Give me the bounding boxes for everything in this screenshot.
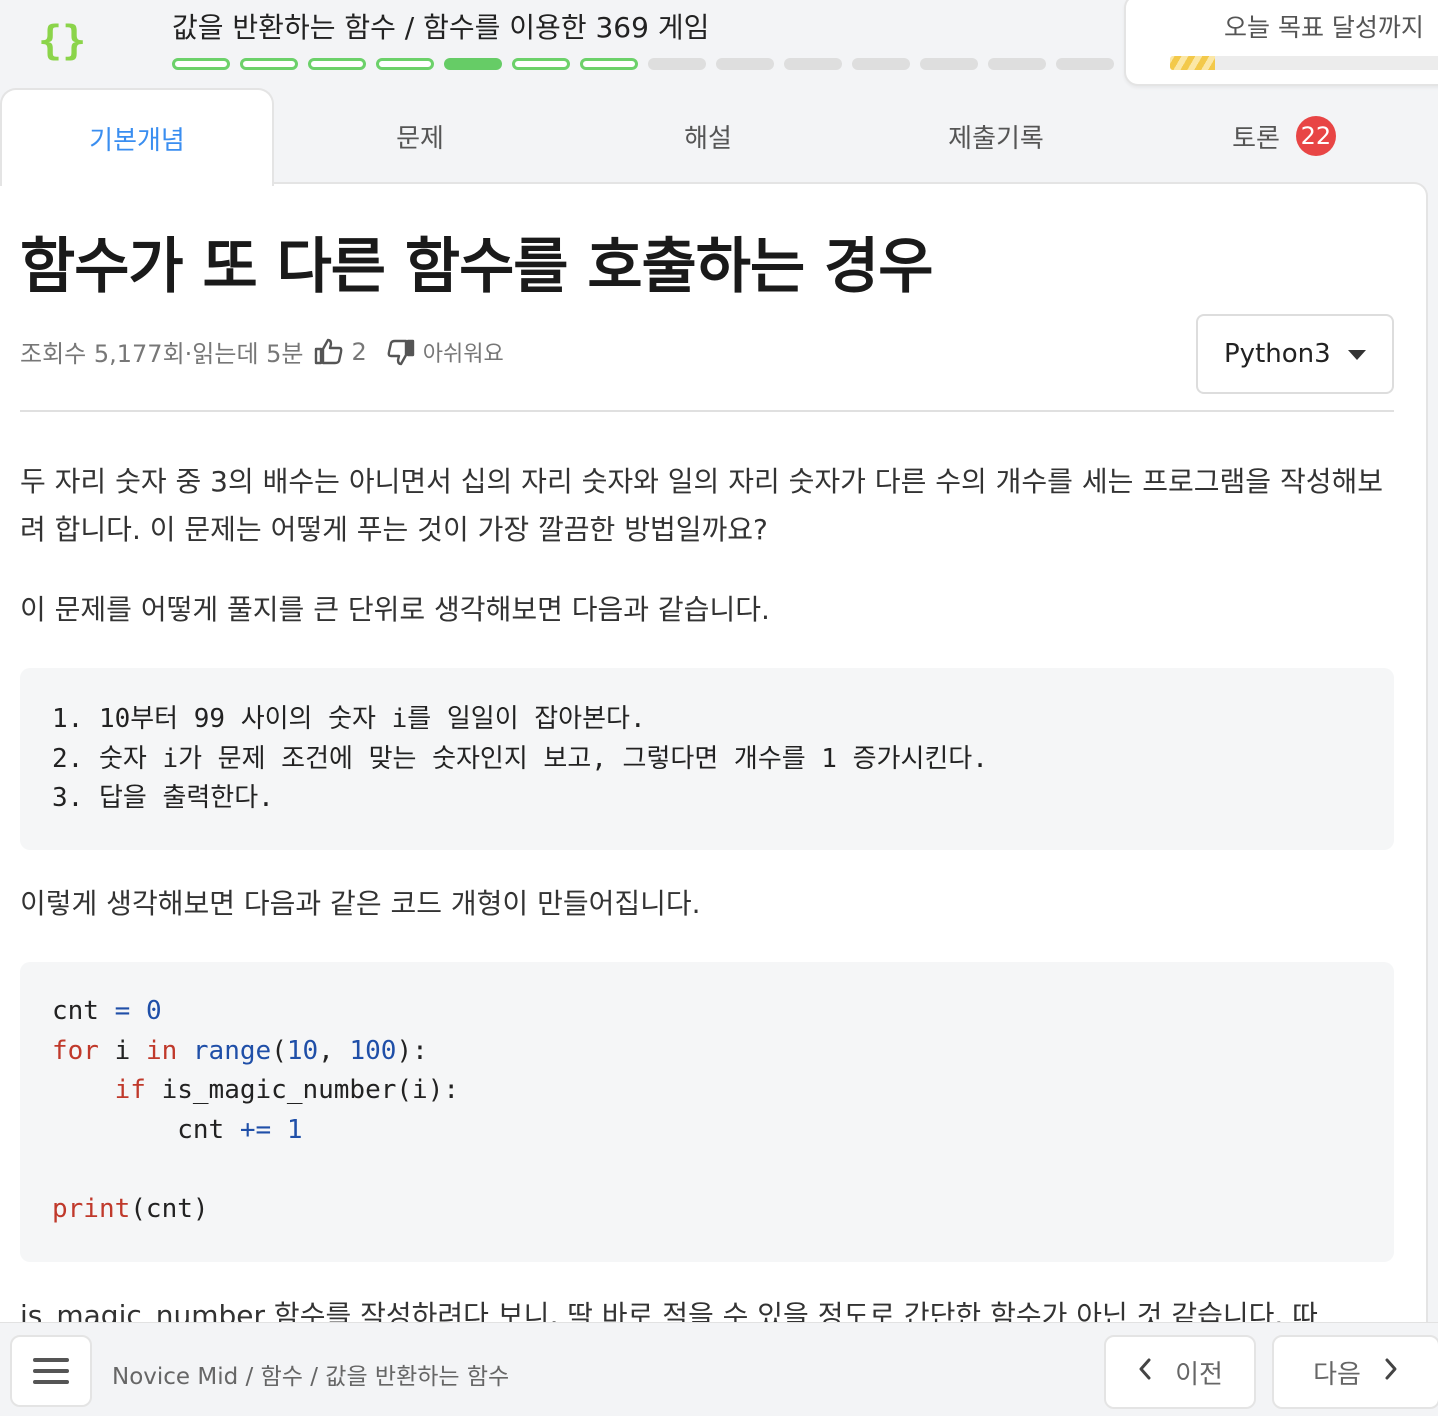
top-header: {} 값을 반환하는 함수 / 함수를 이용한 369 게임 오늘 목표 달성까… [0,0,1438,90]
discussion-count-badge: 22 [1295,116,1336,156]
paragraph-intro: 두 자리 숫자 중 3의 배수는 아니면서 십의 자리 숫자와 일의 자리 숫자… [20,465,1383,546]
tab-solution[interactable]: 해설 [564,88,852,184]
divider [20,410,1394,412]
lesson-progress [172,58,1114,70]
step-line: 2. 숫자 i가 문제 조건에 맞는 숫자인지 보고, 그렇다면 개수를 1 증… [52,743,988,774]
tab-label: 제출기록 [948,123,1044,154]
daily-goal-card[interactable]: 오늘 목표 달성까지 [1124,0,1438,86]
content-tabs: 기본개념 문제 해설 제출기록 토론 22 [0,88,1428,186]
article-meta: 조회수 5,177회·읽는데 5분 2 아쉬워요 [20,334,504,369]
code-line: if is_magic_number(i): [114,1075,460,1106]
daily-goal-label: 오늘 목표 달성까지 [1224,13,1424,42]
tab-label: 문제 [396,123,444,154]
chevron-right-icon [1383,1357,1399,1388]
next-label: 다음 [1313,1359,1361,1390]
page-title: 함수가 또 다른 함수를 호출하는 경우 [20,232,933,302]
dislike-label[interactable]: 아쉬워요 [423,336,504,368]
views-readtime: 조회수 5,177회·읽는데 5분 [20,340,304,368]
steps-block: 1. 10부터 99 사이의 숫자 i를 일일이 잡아본다. 2. 숫자 i가 문… [20,668,1394,850]
paragraph-code-intro: 이렇게 생각해보면 다음과 같은 코드 개형이 만들어집니다. [20,887,701,920]
tab-label: 해설 [684,123,732,154]
progress-segment[interactable] [1056,58,1114,70]
tab-label: 기본개념 [89,125,185,156]
progress-segment[interactable] [784,58,842,70]
tab-discussion[interactable]: 토론 22 [1140,88,1428,184]
thumbs-down-icon[interactable] [387,338,415,366]
prev-button[interactable]: 이전 [1104,1335,1256,1409]
breadcrumb: Novice Mid / 함수 / 값을 반환하는 함수 [112,1364,510,1390]
like-count: 2 [351,337,367,366]
progress-segment[interactable] [852,58,910,70]
tab-submissions[interactable]: 제출기록 [852,88,1140,184]
logo-icon[interactable]: {} [38,18,94,64]
code-block: cnt = 0 for i in range(10, 100): if is_ma… [20,962,1394,1262]
next-button[interactable]: 다음 [1272,1335,1438,1409]
progress-segment[interactable] [716,58,774,70]
chevron-down-icon [1348,350,1366,360]
progress-segment[interactable] [172,58,230,70]
code-line: cnt = 0 [52,996,162,1026]
thumbs-up-icon[interactable] [314,338,344,366]
code-line: print(cnt) [52,1193,209,1224]
progress-segment[interactable] [580,58,638,70]
progress-segment[interactable] [240,58,298,70]
lesson-title: 값을 반환하는 함수 / 함수를 이용한 369 게임 [172,11,710,44]
progress-segment[interactable] [920,58,978,70]
tab-problem[interactable]: 문제 [276,88,564,184]
progress-segment[interactable] [308,58,366,70]
daily-goal-bar [1170,56,1438,70]
code-line: for i in range(10, 100): [52,1035,428,1066]
language-select[interactable]: Python3 [1196,314,1394,394]
progress-segment[interactable] [988,58,1046,70]
bottom-bar: Novice Mid / 함수 / 값을 반환하는 함수 이전 다음 [0,1322,1438,1416]
progress-segment[interactable] [512,58,570,70]
tab-basic-concept[interactable]: 기본개념 [0,88,274,186]
menu-button[interactable] [10,1335,92,1407]
code-line: ​ [52,1150,1394,1190]
progress-segment[interactable] [376,58,434,70]
step-line: 3. 답을 출력한다. [52,783,274,814]
prev-label: 이전 [1175,1359,1223,1390]
code-line: cnt += 1 [52,1114,303,1145]
content-panel: 함수가 또 다른 함수를 호출하는 경우 조회수 5,177회·읽는데 5분 2… [0,182,1428,1342]
progress-segment[interactable] [648,58,706,70]
daily-goal-fill [1170,56,1215,70]
hamburger-icon [33,1358,69,1362]
chevron-left-icon [1137,1357,1153,1388]
tab-label: 토론 [1232,123,1280,154]
progress-segment[interactable] [444,58,502,70]
paragraph-plan: 이 문제를 어떻게 풀지를 큰 단위로 생각해보면 다음과 같습니다. [20,593,770,626]
language-value: Python3 [1224,339,1331,369]
step-line: 1. 10부터 99 사이의 숫자 i를 일일이 잡아본다. [52,704,646,734]
